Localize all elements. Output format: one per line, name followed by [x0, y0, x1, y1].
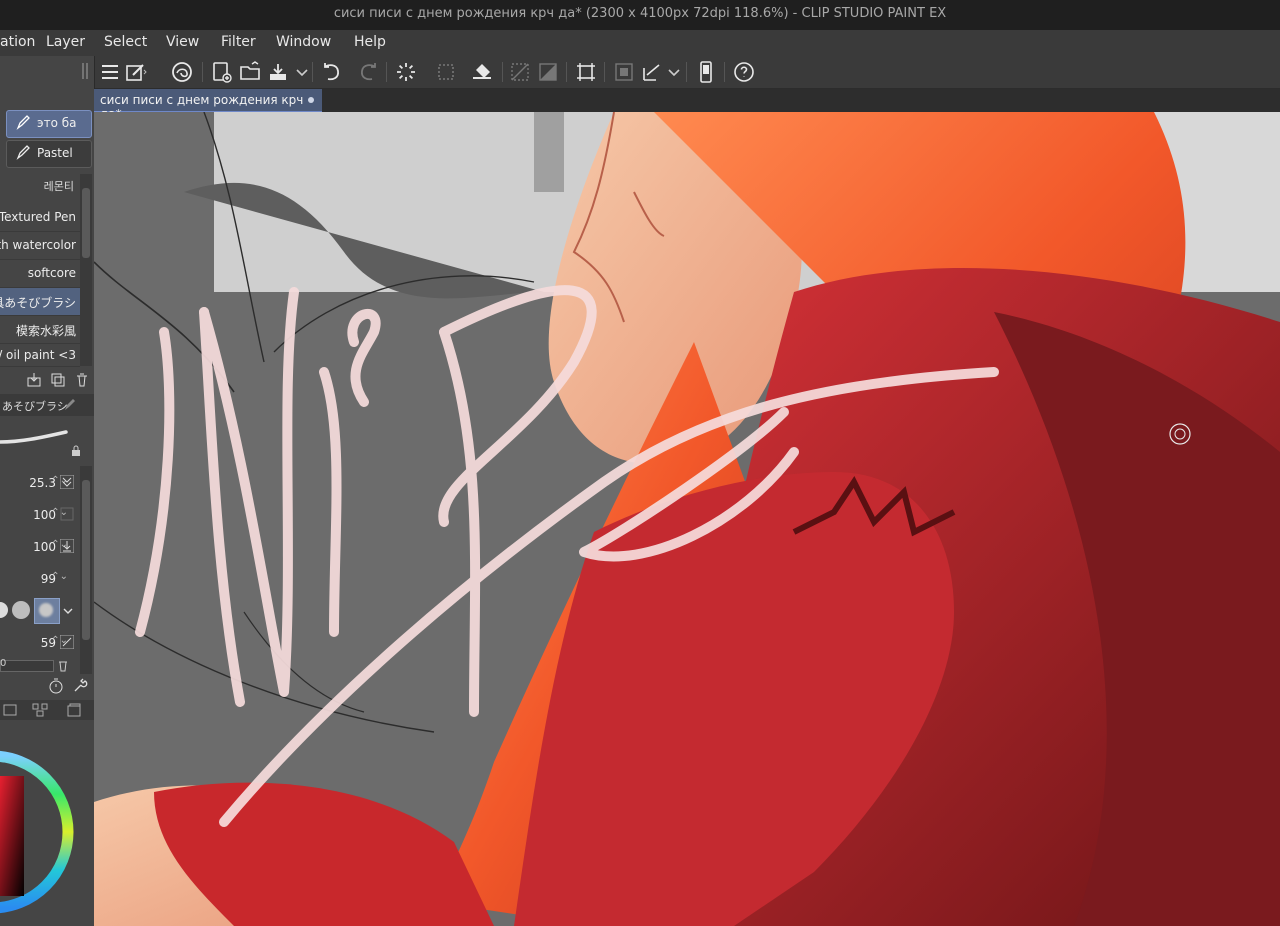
brush-list-scrollbar[interactable] [80, 174, 92, 366]
color-wheel[interactable] [0, 724, 94, 926]
menu-animation[interactable]: ation [0, 34, 35, 50]
edit-pencil-icon[interactable] [62, 397, 78, 413]
tool-settings-icon[interactable] [124, 60, 148, 84]
command-bar [0, 56, 1280, 89]
window-title: сиси писи с днем рождения крч да* (2300 … [333, 6, 947, 21]
modified-dot-icon [308, 97, 314, 103]
sub-tool-label: это ба [37, 116, 77, 130]
sub-tool-label: Pastel [37, 146, 73, 160]
chevron-down-icon[interactable] [61, 603, 75, 617]
menu-select[interactable]: Select [104, 34, 147, 50]
snap-icon[interactable] [640, 60, 664, 84]
clear-loading-icon[interactable] [394, 60, 418, 84]
export-icon[interactable] [266, 60, 290, 84]
clip-studio-icon[interactable] [170, 60, 194, 84]
open-folder-icon[interactable] [238, 60, 262, 84]
menu-window[interactable]: Window [276, 34, 331, 50]
brush-item[interactable]: oth watercolor [0, 232, 80, 260]
document-tab[interactable]: сиси писи с днем рождения крч да* [94, 89, 322, 121]
color-wheel-tab-icon[interactable] [2, 702, 18, 718]
brush-item-selected[interactable]: 具あそびブラシ [0, 288, 80, 316]
artwork-illustration [94, 112, 1280, 926]
brush-list-actions [0, 368, 94, 392]
menu-help[interactable]: Help [354, 34, 386, 50]
brush-stroke-preview [0, 424, 80, 458]
menu-view[interactable]: View [166, 34, 199, 50]
trash-icon[interactable] [56, 658, 70, 672]
color-tabs [0, 700, 94, 720]
property-scrollbar[interactable] [80, 466, 92, 674]
document-tab-bar: сиси писи с днем рождения крч да* [94, 89, 1280, 121]
stabilization-row[interactable]: 0 [0, 658, 80, 672]
color-history-tab-icon[interactable] [66, 702, 82, 718]
flip-vertical-icon[interactable] [536, 60, 560, 84]
duplicate-icon[interactable] [50, 372, 66, 388]
tool-detail-tab[interactable]: あそびブラシ [0, 394, 94, 416]
redo-icon[interactable] [356, 60, 380, 84]
undo-icon[interactable] [320, 60, 344, 84]
pressure-icon[interactable] [60, 506, 74, 521]
chevron-down-icon[interactable] [662, 60, 686, 84]
trash-icon[interactable] [74, 372, 90, 388]
wrench-icon[interactable] [72, 678, 88, 694]
smartphone-icon[interactable] [694, 60, 718, 84]
brush-item[interactable]: Textured Pen [0, 204, 80, 232]
fill-bucket-icon[interactable] [470, 60, 494, 84]
brush-group-header[interactable]: 레몬티 [0, 174, 80, 196]
menu-layer[interactable]: Layer [46, 34, 85, 50]
pen-icon [15, 115, 31, 131]
import-icon[interactable] [26, 372, 42, 388]
pastel-icon [15, 145, 31, 161]
property-actions [0, 674, 94, 696]
brush-item[interactable]: 模索水彩風 [0, 316, 80, 344]
selection-show-icon[interactable] [612, 60, 636, 84]
sub-tool-button-pastel[interactable]: Pastel [6, 140, 92, 168]
brush-item[interactable]: er/ oil paint <3 [0, 346, 80, 367]
spacing-icon[interactable] [59, 634, 75, 650]
panel-grip-icon[interactable] [80, 60, 92, 82]
flip-horizontal-icon[interactable] [508, 60, 532, 84]
brush-item[interactable]: softcore [0, 260, 80, 288]
chevrons-down-icon[interactable] [59, 474, 75, 490]
menu-filter[interactable]: Filter [221, 34, 256, 50]
clear-outside-icon[interactable] [434, 60, 458, 84]
lock-icon[interactable] [70, 442, 82, 456]
menu-bar: ation Layer Select View Filter Window He… [0, 30, 1280, 56]
help-icon[interactable] [732, 60, 756, 84]
left-panel: это ба Pastel 레몬티 Textured Pen oth water… [0, 56, 95, 926]
title-bar: сиси писи с днем рождения крч да* (2300 … [0, 0, 1280, 30]
menu-hamburger-icon[interactable] [98, 60, 122, 84]
transform-icon[interactable] [574, 60, 598, 84]
sub-tool-button-pen[interactable]: это ба [6, 110, 92, 138]
blend-row[interactable]: 99 ⌃⌄ [0, 566, 80, 592]
download-icon[interactable] [59, 538, 75, 554]
timer-icon[interactable] [48, 678, 64, 694]
chevron-down-icon[interactable] [290, 60, 314, 84]
drawing-canvas[interactable] [94, 112, 1280, 926]
new-file-icon[interactable] [210, 60, 234, 84]
brush-tip-selector[interactable] [0, 596, 78, 624]
color-set-tab-icon[interactable] [32, 702, 48, 718]
